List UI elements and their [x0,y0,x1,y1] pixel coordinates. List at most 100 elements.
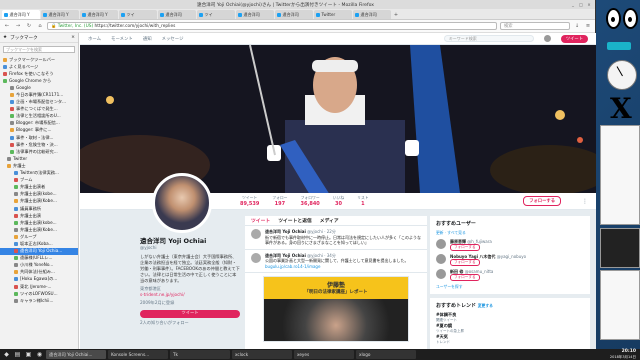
browser-tab[interactable]: Twitter [314,10,352,19]
bookmark-item[interactable]: 議員事務所 [0,205,78,212]
trend-item[interactable]: #天気 トレンド [436,334,584,345]
bookmark-item[interactable]: 坂本正志(Koba... [0,240,78,247]
back-icon[interactable]: ← [3,22,11,30]
reload-icon[interactable]: ↻ [25,22,33,30]
suggested-user[interactable]: Nobuyo Yagi 八木信代 @yagi_nobuyo フォローする [436,254,584,266]
suggested-user[interactable]: 藤原恵輝 @h_fujiwara フォローする [436,239,584,251]
bookmark-item[interactable]: 弁護士 [0,162,78,169]
trend-item[interactable]: #体調不良 関連ツイート [436,312,584,323]
taskbar-clock[interactable]: 20:10 2018年3月14日 [610,349,636,358]
taskbar-task[interactable]: xlogo [356,350,416,359]
maximize-icon[interactable]: □ [578,2,584,8]
taskbar-task[interactable]: Tk [170,350,230,359]
browser-tab[interactable]: 遠合洋司 Y [2,10,40,19]
browser-tab[interactable]: 遠合洋司 [353,10,391,19]
tweet-item[interactable]: 遠合洋司 Yoji Ochiai @yjochi · 22分 街で新宿でも事件取… [245,226,427,250]
browser-tab[interactable]: 遠合洋司 [236,10,274,19]
nav-home[interactable]: ホーム [88,36,101,42]
browser-tab[interactable]: 遠合洋司 Y [80,10,118,19]
bookmark-item[interactable]: 法律事件の比較研究... [0,148,78,155]
taskbar-task[interactable]: xeyes [294,350,354,359]
terminal-window[interactable] [600,125,640,225]
trend-item[interactable]: #夏の鏡 ツイートの急上昇 [436,323,584,334]
browser-tab[interactable]: 遠合洋司 [158,10,196,19]
downloads-icon[interactable]: ↓ [573,22,581,30]
bookmark-item[interactable]: Twitterの法律実務... [0,170,78,177]
xclock-window[interactable] [607,60,637,90]
followers-you-know[interactable]: 2人の知り合いがフォロー [140,320,240,326]
profile-link[interactable]: s-trident.ne.jp/yjochi/ [140,292,240,298]
stat-lists[interactable]: リスト 1 [357,195,368,207]
tab-media[interactable]: メディア [320,217,339,224]
tweet-media-card[interactable]: 伊藤塾 「明日の法律家講座」レポート [263,276,409,342]
bookmark-item[interactable]: グループ [0,233,78,240]
nav-notifications[interactable]: 通知 [143,36,152,42]
bookmark-item[interactable]: 弁護士出演(kobe... [0,219,78,226]
profile-avatar[interactable] [152,173,212,233]
bookmark-item[interactable]: 東北 (Jerome-... [0,283,78,290]
browser-tab[interactable]: 遠合洋司 [275,10,313,19]
terminal-icon[interactable]: ▣ [24,350,33,359]
bookmark-item[interactable]: Twitter [0,155,78,162]
menu-icon[interactable]: ≡ [584,22,592,30]
bookmark-item[interactable]: キャラン様Ichii... [0,297,78,304]
who-to-follow-refresh[interactable]: 更新 · すべて見る [436,230,584,236]
bookmark-item[interactable]: 事件・危険生物・決... [0,141,78,148]
follow-button[interactable]: フォローする [523,196,561,206]
taskbar-task[interactable]: 遠合洋司 Yoji Ochiai... [46,350,106,359]
tweet-item[interactable]: 遠合洋司 Yoji Ochiai @yjochi · 34分 公園の事業計画と大… [245,250,427,273]
stat-likes[interactable]: いいね 30 [333,195,344,207]
twitter-search-input[interactable]: キーワード検索 [443,35,534,42]
terminal-window-dark[interactable] [600,228,640,268]
tab-tweets-replies[interactable]: ツイートと返信 [278,217,312,224]
home-icon[interactable]: ⌂ [36,22,44,30]
bookmark-item[interactable]: 弁護士出演 [0,212,78,219]
bookmark-item[interactable]: Firefox を使いこなそう [0,70,78,77]
bookmark-item[interactable]: 法律と生活相談所のU... [0,113,78,120]
xlogo-window[interactable]: X [610,95,632,123]
bookmark-item[interactable]: 弁護士出演者 [0,184,78,191]
bookmark-item[interactable]: Blogger: 市場系配信... [0,120,78,127]
follow-user-button[interactable]: フォローする [450,274,480,281]
minimize-icon[interactable]: _ [570,2,576,8]
new-tab-icon[interactable]: + [392,11,400,19]
close-icon[interactable]: × [586,2,592,8]
url-bar[interactable]: 🔒 Twitter, Inc. (US) https://twitter.com… [47,22,497,30]
bookmark-item[interactable]: 遠合洋司 Yoji Ochia... [0,247,78,255]
stat-tweets[interactable]: ツイート 89,539 [240,195,259,207]
stat-followers[interactable]: フォロワー 36,840 [300,195,319,207]
nav-messages[interactable]: メッセージ [162,36,184,42]
bookmark-item[interactable]: ブックマークツールバー [0,56,78,63]
more-options-icon[interactable]: ⋮ [582,198,588,205]
trends-change-link[interactable]: 変更する [478,303,493,308]
browser-tab[interactable]: ツイ [119,10,157,19]
bookmark-item[interactable]: [Hoku Egawa]の... [0,276,78,283]
close-sidebar-icon[interactable]: × [71,35,75,40]
bookmark-item[interactable]: 弁護士出演(kobe... [0,191,78,198]
find-users-link[interactable]: ユーザーを探す [436,284,584,290]
bookmark-item[interactable]: 遠藤様(UFLLレ... [0,255,78,262]
bookmark-item[interactable]: Blogger: 事件に... [0,127,78,134]
bookmark-item[interactable]: 弁護士出演(Kobe... [0,198,78,205]
browser-tab[interactable]: ツイ [197,10,235,19]
browser-icon[interactable]: ◉ [35,350,44,359]
tab-tweets[interactable]: ツイート [251,217,270,224]
stat-following[interactable]: フォロー 197 [272,195,287,207]
forward-icon[interactable]: → [14,22,22,30]
window-titlebar[interactable]: 遠合洋司 Yoji Ochiai(@yjochi)さん | Twitterから出… [0,0,595,9]
bookmark-item[interactable]: ブーム [0,177,78,184]
xeyes-window[interactable] [606,8,638,30]
browser-tab[interactable]: 遠合洋司 Y [41,10,79,19]
follow-user-button[interactable]: フォローする [450,259,480,266]
tweet-link[interactable]: bugulu.jp/cab.ro14-1/image [265,264,409,270]
file-manager-icon[interactable]: ▤ [13,350,22,359]
tweet-button[interactable]: ツイート [560,34,588,43]
terminal-window-bottom[interactable] [600,270,640,340]
taskbar-task[interactable]: Konsole Screens... [108,350,168,359]
tweet-to-button[interactable]: ツイート [140,310,240,318]
taskbar-task[interactable]: xclock [232,350,292,359]
bookmark-item[interactable]: ツイのLOFWOSU... [0,290,78,297]
bookmark-item[interactable]: よく見るページ [0,63,78,70]
bookmark-item[interactable]: 共同体法(仕組み... [0,269,78,276]
bookmark-search-input[interactable]: ブックマークを検索 [3,46,75,53]
